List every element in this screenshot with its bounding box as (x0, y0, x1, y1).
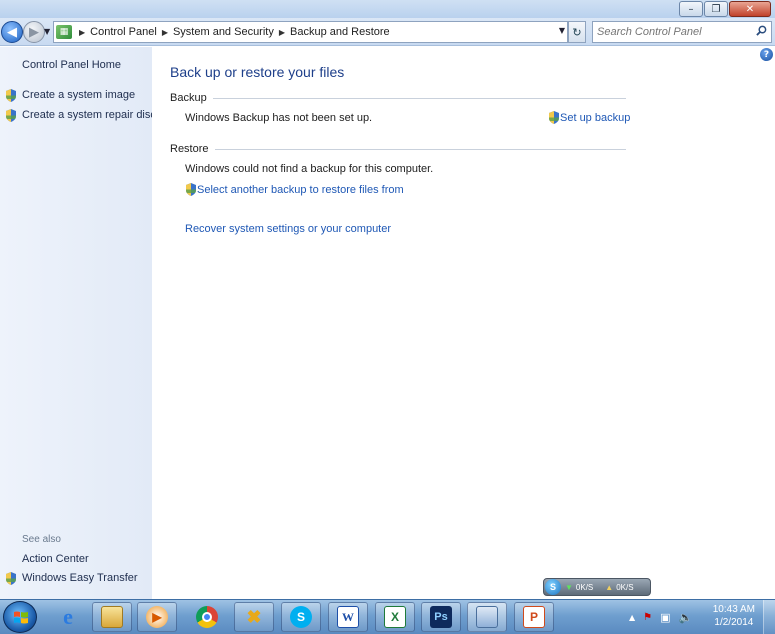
restore-status-text: Windows could not find a backup for this… (185, 163, 434, 175)
photoshop-icon: Ps (430, 606, 452, 628)
taskbar-excel[interactable]: X (375, 602, 415, 632)
restore-heading-label: Restore (170, 143, 209, 155)
chevron-right-icon[interactable]: ▶ (162, 28, 168, 37)
chevron-right-icon[interactable]: ▶ (79, 28, 85, 37)
word-icon: W (337, 606, 359, 628)
section-divider (212, 97, 626, 99)
create-system-repair-disc-link[interactable]: Create a system repair disc (22, 109, 156, 121)
backup-section-heading: Backup (170, 92, 626, 104)
uac-shield-icon (186, 183, 196, 196)
start-button[interactable] (3, 601, 37, 633)
download-arrow-icon: ▼ (565, 582, 573, 592)
window-title-bar: – ❐ ✕ (0, 0, 775, 18)
net-meter-logo-icon: S (545, 579, 561, 595)
download-speed: 0K/S (575, 582, 594, 592)
clock-date: 1/2/2014 (714, 617, 754, 628)
restore-section-heading: Restore (170, 143, 626, 155)
window-controls: – ❐ ✕ (679, 1, 771, 17)
create-system-image-link[interactable]: Create a system image (22, 89, 135, 101)
action-center-flag-icon[interactable]: ⚑ (643, 612, 652, 623)
control-panel-home-link[interactable]: Control Panel Home (22, 59, 121, 71)
control-panel-taskbar-icon (476, 606, 498, 628)
action-center-link[interactable]: Action Center (22, 553, 89, 565)
breadcrumb-system-and-security[interactable]: System and Security (173, 26, 274, 38)
page-title: Back up or restore your files (170, 64, 345, 80)
search-icon[interactable] (756, 25, 767, 36)
taskbar-control-panel[interactable] (467, 602, 507, 632)
uac-shield-icon (549, 111, 559, 124)
see-also-heading: See also (22, 534, 61, 545)
taskbar-photoshop[interactable]: Ps (421, 602, 461, 632)
uac-shield-icon (6, 109, 16, 122)
volume-icon[interactable]: 🔈 (679, 611, 693, 624)
powerpoint-icon: P (523, 606, 545, 628)
clock-time: 10:43 AM (712, 604, 755, 615)
windows-easy-transfer-link[interactable]: Windows Easy Transfer (22, 572, 138, 584)
search-input[interactable] (593, 22, 743, 42)
taskbar-word[interactable]: W (328, 602, 368, 632)
recover-system-settings-link[interactable]: Recover system settings or your computer (185, 223, 391, 235)
help-icon[interactable]: ? (760, 48, 773, 61)
close-button[interactable]: ✕ (729, 1, 771, 17)
section-divider (214, 148, 626, 150)
recent-pages-dropdown-icon[interactable]: ▼ (44, 27, 50, 36)
media-player-icon: ▶ (146, 606, 168, 628)
refresh-button[interactable]: ↻ (568, 21, 586, 43)
main-content: ? Back up or restore your files Backup W… (152, 47, 775, 599)
show-desktop-button[interactable] (763, 600, 775, 634)
network-icon[interactable]: ▣ (660, 611, 670, 624)
skype-icon: S (290, 606, 312, 628)
chrome-icon (196, 606, 218, 628)
windows-logo-icon (14, 611, 28, 624)
taskbar-powerpoint[interactable]: P (514, 602, 554, 632)
search-box[interactable] (592, 21, 772, 43)
taskbar-skype[interactable]: S (281, 602, 321, 632)
taskbar-media-player[interactable]: ▶ (137, 602, 177, 632)
set-up-backup-link[interactable]: Set up backup (560, 112, 630, 124)
system-clock[interactable]: 10:43 AM 1/2/2014 (713, 603, 755, 629)
navigation-bar: ◀ ▶ ▼ ▦ ▶ Control Panel ▶ System and Sec… (0, 18, 775, 46)
upload-speed: 0K/S (616, 582, 634, 592)
taskbar-internet-explorer[interactable]: e (48, 602, 88, 632)
chevron-right-icon[interactable]: ▶ (279, 28, 285, 37)
breadcrumb-control-panel[interactable]: Control Panel (90, 26, 157, 38)
forward-button[interactable]: ▶ (23, 21, 45, 43)
select-another-backup-link[interactable]: Select another backup to restore files f… (197, 184, 404, 196)
backup-status-text: Windows Backup has not been set up. (185, 112, 373, 124)
maximize-button[interactable]: ❐ (704, 1, 728, 17)
internet-explorer-icon: e (63, 604, 73, 629)
task-pane: Control Panel Home Create a system image… (0, 47, 156, 599)
uac-shield-icon (6, 89, 16, 102)
address-bar[interactable]: ▦ ▶ Control Panel ▶ System and Security … (53, 21, 568, 43)
taskbar-chrome[interactable] (187, 602, 227, 632)
uac-shield-icon (6, 572, 16, 585)
taskbar-windows-explorer[interactable] (92, 602, 132, 632)
show-hidden-icons-icon[interactable]: ▲ (629, 613, 635, 622)
taskbar: e ▶ ✖ S W X Ps P ▲ ⚑ ▣ 🔈 10:43 AM 1/2/20… (0, 599, 775, 634)
network-speed-meter[interactable]: S ▼ 0K/S ▲ 0K/S (543, 578, 651, 596)
minimize-button[interactable]: – (679, 1, 703, 17)
back-button[interactable]: ◀ (1, 21, 23, 43)
excel-icon: X (384, 606, 406, 628)
breadcrumb-backup-and-restore[interactable]: Backup and Restore (290, 26, 390, 38)
app-icon: ✖ (246, 606, 262, 627)
folder-icon (101, 606, 123, 628)
taskbar-app[interactable]: ✖ (234, 602, 274, 632)
backup-heading-label: Backup (170, 92, 207, 104)
address-dropdown-icon[interactable]: ▼ (559, 26, 565, 35)
upload-arrow-icon: ▲ (605, 582, 614, 592)
control-panel-icon: ▦ (56, 25, 72, 39)
